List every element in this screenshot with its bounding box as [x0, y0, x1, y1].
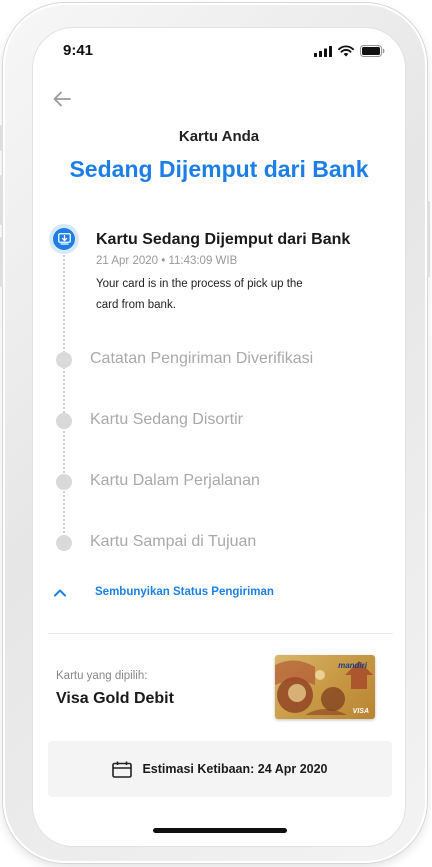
page-subtitle: Kartu Anda	[178, 128, 260, 145]
selected-card-caption: Kartu yang dipilih:	[56, 670, 148, 682]
timeline-active-marker	[49, 224, 79, 254]
volume-down-button	[0, 237, 3, 287]
card-image: mandiri VISA	[275, 655, 375, 719]
card-bank-logo: mandiri	[338, 661, 367, 670]
timeline-connector	[63, 240, 65, 544]
back-button[interactable]	[49, 86, 75, 112]
status-icons	[314, 45, 385, 57]
mute-switch	[0, 125, 3, 151]
device-frame: 9:41 Kartu Anda Sedang Dijemput dari Ban…	[0, 3, 430, 863]
chevron-up-icon	[54, 589, 66, 596]
arrival-estimate-box: Estimasi Ketibaan: 24 Apr 2020	[48, 741, 392, 797]
timeline-pending-marker	[56, 474, 72, 490]
section-divider	[48, 633, 393, 634]
status-bar: 9:41	[33, 28, 405, 72]
timeline-pending-marker	[56, 413, 72, 429]
pending-step-label: Kartu Sampai di Tujuan	[90, 533, 257, 550]
hide-shipping-status-toggle[interactable]: Sembunyikan Status Pengiriman	[53, 586, 274, 598]
timeline-pending-marker	[56, 535, 72, 551]
cellular-signal-icon	[314, 45, 332, 57]
power-button	[427, 201, 430, 277]
active-marker-core	[53, 228, 75, 250]
pending-step-label: Kartu Dalam Perjalanan	[90, 472, 260, 489]
active-step-description: Your card is in the process of pick up t…	[96, 278, 303, 311]
status-time: 9:41	[63, 42, 94, 59]
wifi-icon	[338, 45, 354, 57]
page-title: Sedang Dijemput dari Bank	[69, 156, 369, 182]
toggle-label: Sembunyikan Status Pengiriman	[95, 586, 274, 598]
selected-card-name: Visa Gold Debit	[56, 690, 174, 707]
card-pickup-icon	[57, 233, 71, 245]
timeline-pending-marker	[56, 352, 72, 368]
battery-icon	[360, 45, 385, 57]
pending-step-label: Catatan Pengiriman Diverifikasi	[90, 350, 314, 367]
active-step-date: 21 Apr 2020 • 11:43:09 WIB	[96, 255, 238, 267]
arrival-estimate-text: Estimasi Ketibaan: 24 Apr 2020	[142, 762, 328, 776]
home-indicator[interactable]	[153, 828, 287, 833]
card-network-logo: VISA	[352, 708, 369, 715]
active-step-title: Kartu Sedang Dijemput dari Bank	[96, 231, 351, 248]
calendar-icon	[112, 761, 133, 778]
volume-up-button	[0, 175, 3, 225]
app-screen: 9:41 Kartu Anda Sedang Dijemput dari Ban…	[33, 28, 405, 846]
arrow-left-icon	[53, 91, 71, 107]
pending-step-label: Kartu Sedang Disortir	[90, 411, 243, 428]
